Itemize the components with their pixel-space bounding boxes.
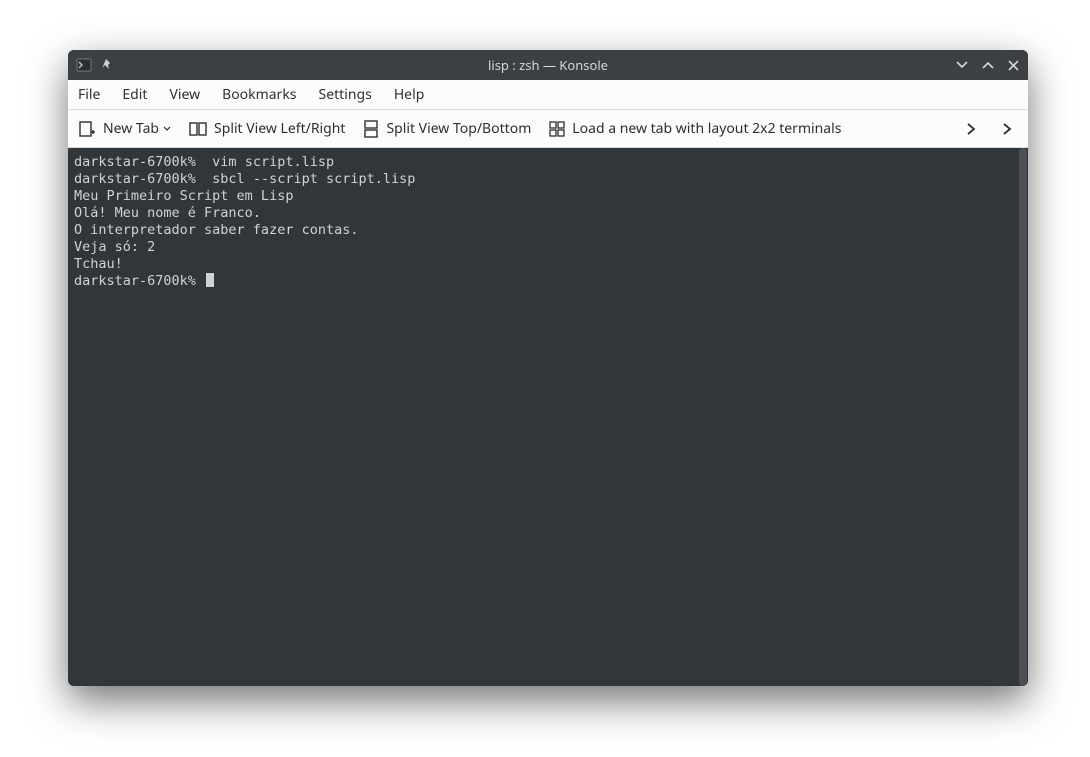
toolbar: New Tab Split View Left/Right Split View… — [68, 110, 1028, 148]
menu-edit[interactable]: Edit — [122, 85, 147, 104]
split-top-bottom-button[interactable]: Split View Top/Bottom — [363, 119, 531, 138]
menu-view[interactable]: View — [169, 85, 200, 104]
menu-file[interactable]: File — [78, 85, 100, 104]
terminal-command: vim script.lisp — [196, 154, 334, 170]
terminal-line: Tchau! — [74, 256, 1012, 273]
new-tab-button[interactable]: New Tab — [78, 119, 171, 138]
maximize-button[interactable] — [981, 58, 995, 72]
window-title: lisp : zsh — Konsole — [68, 56, 1028, 74]
terminal-line: O interpretador saber fazer contas. — [74, 222, 1012, 239]
terminal-prompt: darkstar-6700k% — [74, 273, 196, 289]
dropdown-icon — [163, 125, 171, 133]
terminal-line: darkstar-6700k% sbcl --script script.lis… — [74, 171, 1012, 188]
load-layout-label: Load a new tab with layout 2x2 terminals — [572, 119, 841, 138]
menu-settings[interactable]: Settings — [319, 85, 372, 104]
nav-right-1-icon[interactable] — [964, 122, 978, 136]
grid-icon — [549, 121, 565, 137]
scrollbar-thumb[interactable] — [1019, 148, 1027, 686]
split-tb-icon — [363, 120, 379, 138]
split-left-right-button[interactable]: Split View Left/Right — [189, 119, 345, 138]
load-layout-button[interactable]: Load a new tab with layout 2x2 terminals — [549, 119, 841, 138]
terminal-line: darkstar-6700k% — [74, 273, 1012, 290]
terminal-line: Veja só: 2 — [74, 239, 1012, 256]
terminal-line: Meu Primeiro Script em Lisp — [74, 188, 1012, 205]
terminal-prompt: darkstar-6700k% — [74, 154, 196, 170]
terminal-area: darkstar-6700k% vim script.lispdarkstar-… — [68, 148, 1028, 686]
scrollbar[interactable] — [1018, 148, 1028, 686]
split-lr-icon — [189, 121, 207, 137]
titlebar[interactable]: lisp : zsh — Konsole — [68, 50, 1028, 80]
terminal-line: Olá! Meu nome é Franco. — [74, 205, 1012, 222]
nav-right-2-icon[interactable] — [1000, 122, 1014, 136]
menu-bookmarks[interactable]: Bookmarks — [222, 85, 296, 104]
terminal-cursor — [206, 273, 214, 287]
menu-help[interactable]: Help — [394, 85, 425, 104]
new-tab-label: New Tab — [103, 119, 159, 138]
terminal-line: darkstar-6700k% vim script.lisp — [74, 154, 1012, 171]
minimize-button[interactable] — [955, 58, 969, 72]
terminal-prompt: darkstar-6700k% — [74, 171, 196, 187]
close-button[interactable] — [1007, 59, 1020, 72]
split-tb-label: Split View Top/Bottom — [386, 119, 531, 138]
konsole-window: lisp : zsh — Konsole File Edit View Book… — [68, 50, 1028, 686]
menubar: File Edit View Bookmarks Settings Help — [68, 80, 1028, 110]
app-icon — [76, 57, 92, 73]
terminal-command: sbcl --script script.lisp — [196, 171, 415, 187]
pin-icon[interactable] — [100, 58, 114, 72]
new-tab-icon — [78, 120, 96, 138]
terminal[interactable]: darkstar-6700k% vim script.lispdarkstar-… — [68, 148, 1018, 686]
split-lr-label: Split View Left/Right — [214, 119, 345, 138]
